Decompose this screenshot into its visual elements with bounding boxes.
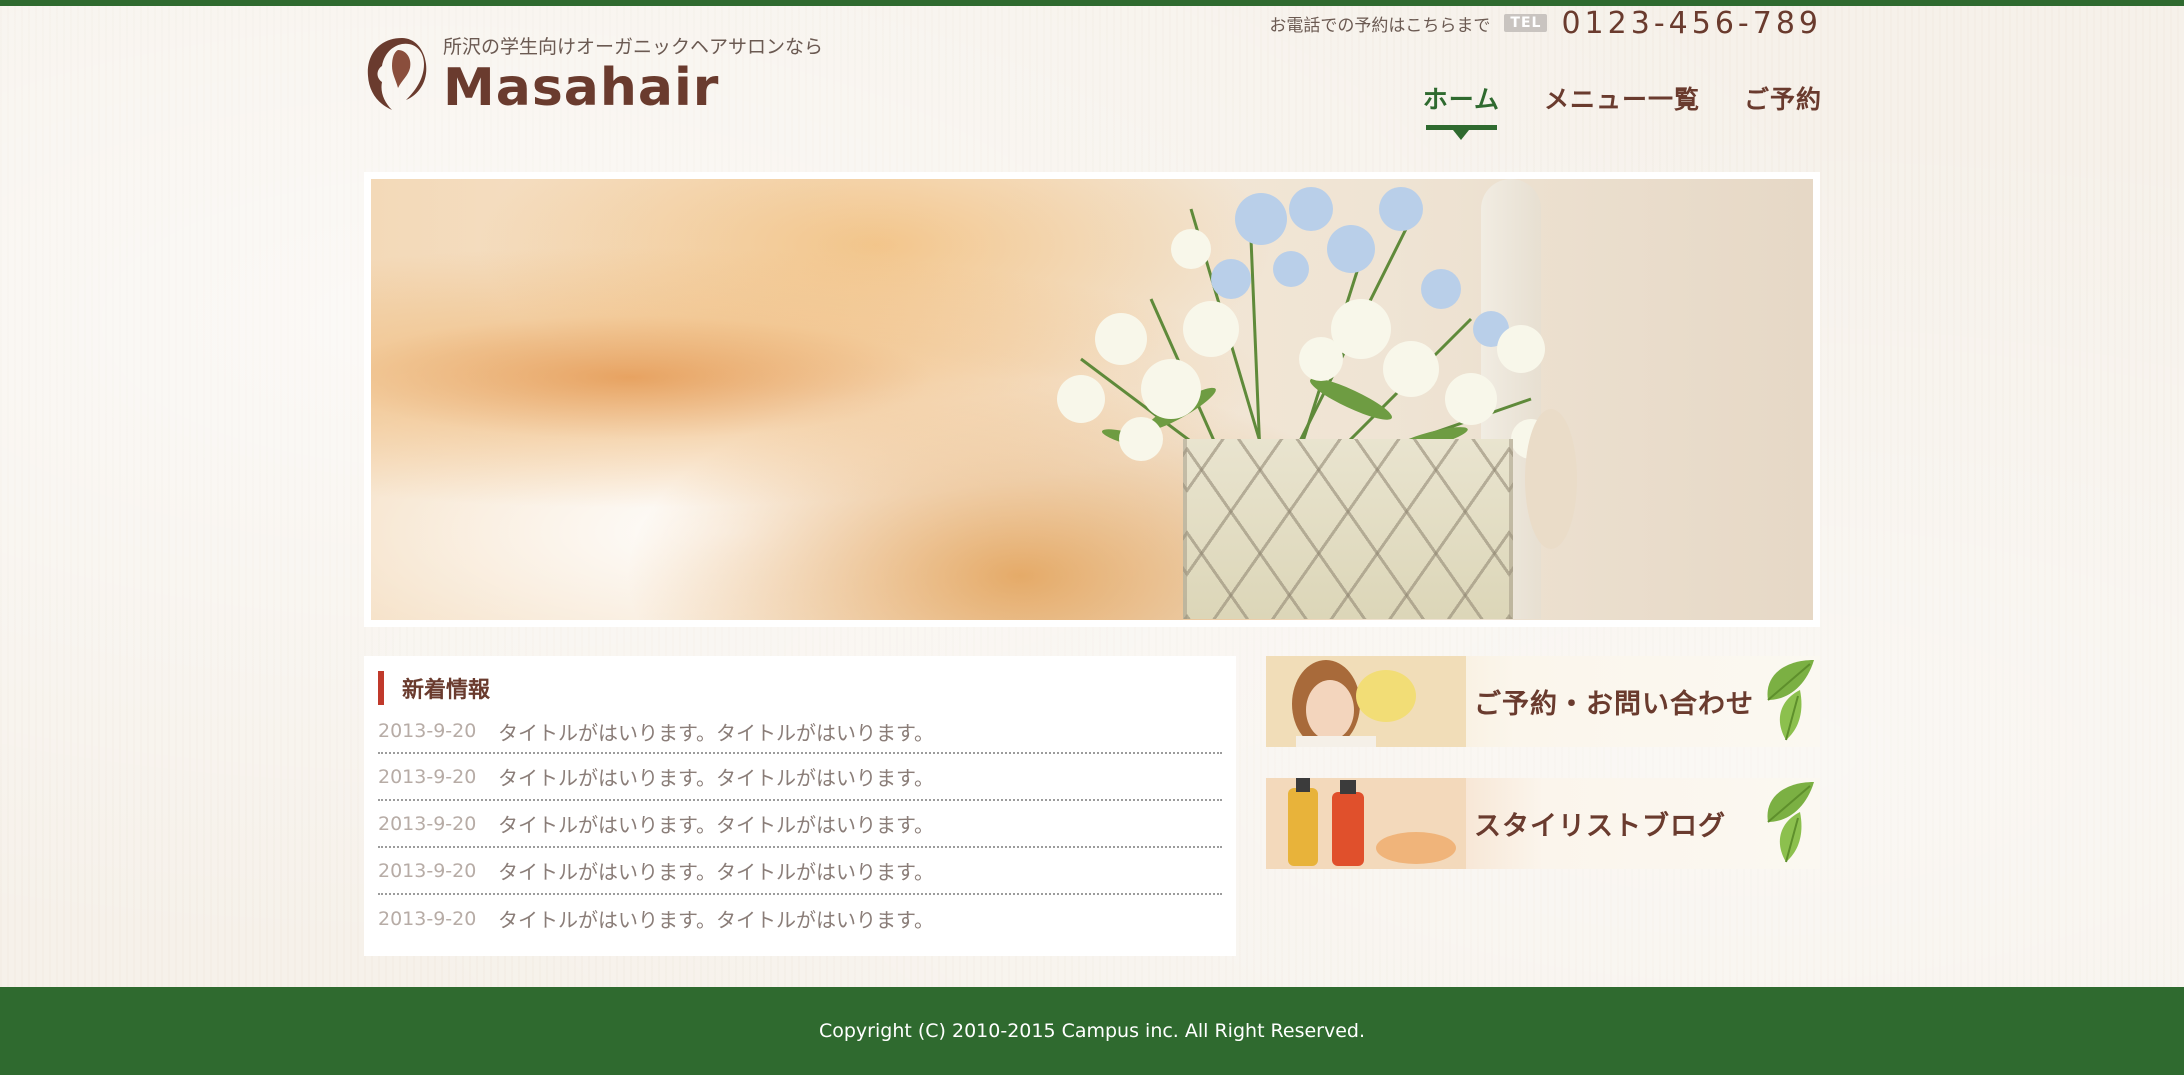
news-item[interactable]: 2013-9-20 タイトルがはいります。タイトルがはいります。 bbox=[378, 710, 1222, 754]
news-date: 2013-9-20 bbox=[378, 907, 477, 930]
news-date: 2013-9-20 bbox=[378, 720, 477, 742]
blog-banner-label: スタイリストブログ bbox=[1474, 811, 1726, 842]
news-item[interactable]: 2013-9-20 タイトルがはいります。タイトルがはいります。 bbox=[378, 754, 1222, 801]
stylist-blog-banner[interactable]: スタイリストブログ bbox=[1266, 778, 1820, 869]
news-link[interactable]: タイトルがはいります。タイトルがはいります。 bbox=[498, 762, 934, 791]
site-logo[interactable]: 所沢の学生向けオーガニックヘアサロンなら Masahair bbox=[362, 32, 824, 122]
hero-banner bbox=[364, 172, 1820, 627]
phone-contact: お電話での予約はこちらまで TEL 0123-456-789 bbox=[1269, 6, 1822, 41]
woman-profile-logo-icon bbox=[367, 38, 427, 110]
news-date: 2013-9-20 bbox=[378, 812, 477, 835]
news-date: 2013-9-20 bbox=[378, 765, 477, 788]
reservation-inquiry-banner[interactable]: ご予約・お問い合わせ bbox=[1266, 656, 1820, 747]
phone-number[interactable]: 0123-456-789 bbox=[1561, 6, 1822, 41]
hair-products-image bbox=[1266, 778, 1466, 869]
logo-wordmark: Masahair bbox=[443, 58, 720, 118]
phone-caption: お電話での予約はこちらまで bbox=[1269, 15, 1491, 36]
news-title: 新着情報 bbox=[402, 678, 491, 703]
leaf-icon bbox=[1767, 782, 1814, 863]
leaf-icon bbox=[1767, 660, 1814, 741]
logo-tagline: 所沢の学生向けオーガニックヘアサロンなら bbox=[443, 36, 824, 58]
news-link[interactable]: タイトルがはいります。タイトルがはいります。 bbox=[498, 717, 934, 746]
news-link[interactable]: タイトルがはいります。タイトルがはいります。 bbox=[498, 904, 934, 933]
news-heading: 新着情報 bbox=[378, 670, 1222, 706]
stylist-portrait-image bbox=[1266, 656, 1466, 747]
main-nav: ホーム メニュー一覧 ご予約 bbox=[1423, 80, 1822, 140]
glass-vase-shape bbox=[1183, 439, 1513, 619]
news-date: 2013-9-20 bbox=[378, 859, 477, 882]
site-footer: Copyright (C) 2010-2015 Campus inc. All … bbox=[0, 987, 2184, 1075]
news-link[interactable]: タイトルがはいります。タイトルがはいります。 bbox=[498, 856, 934, 885]
news-item[interactable]: 2013-9-20 タイトルがはいります。タイトルがはいります。 bbox=[378, 895, 1222, 942]
news-item[interactable]: 2013-9-20 タイトルがはいります。タイトルがはいります。 bbox=[378, 801, 1222, 848]
reservation-banner-label: ご予約・お問い合わせ bbox=[1474, 689, 1754, 720]
nav-item-menu[interactable]: メニュー一覧 bbox=[1544, 80, 1700, 130]
news-item[interactable]: 2013-9-20 タイトルがはいります。タイトルがはいります。 bbox=[378, 848, 1222, 895]
top-accent-stripe bbox=[0, 0, 2184, 6]
copyright-text: Copyright (C) 2010-2015 Campus inc. All … bbox=[818, 1020, 1366, 1042]
heading-accent-bar bbox=[378, 671, 384, 705]
nav-item-home[interactable]: ホーム bbox=[1423, 80, 1500, 140]
news-link[interactable]: タイトルがはいります。タイトルがはいります。 bbox=[498, 809, 934, 838]
tel-badge: TEL bbox=[1504, 14, 1548, 32]
news-panel: 新着情報 2013-9-20 タイトルがはいります。タイトルがはいります。 20… bbox=[364, 656, 1236, 956]
nav-item-reservation[interactable]: ご予約 bbox=[1744, 80, 1822, 130]
news-list: 2013-9-20 タイトルがはいります。タイトルがはいります。 2013-9-… bbox=[378, 710, 1222, 942]
hero-flower-photo bbox=[371, 179, 1813, 620]
